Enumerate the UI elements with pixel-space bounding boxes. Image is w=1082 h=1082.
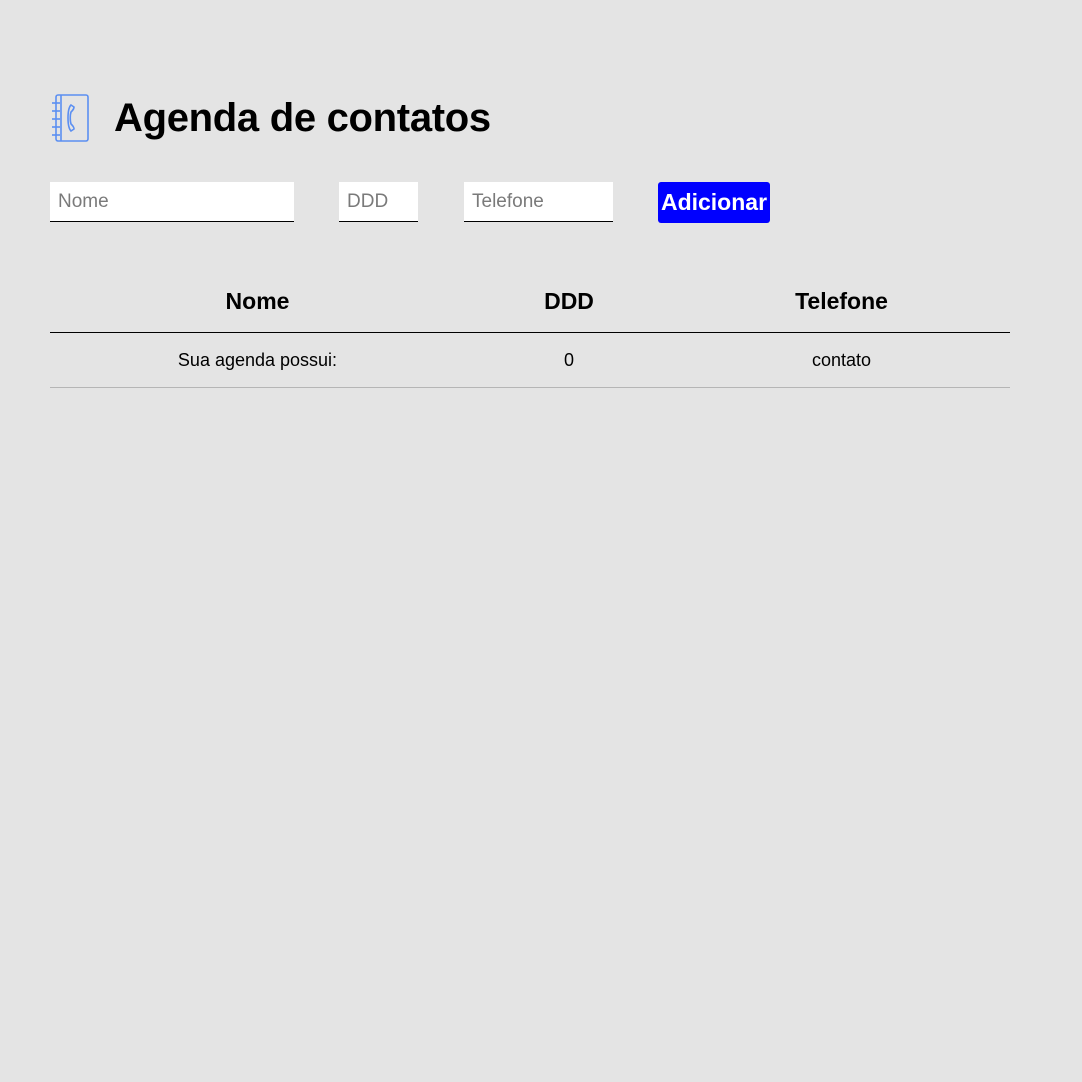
- contact-count-unit: contato: [673, 332, 1010, 388]
- table-header-row: Nome DDD Telefone: [50, 270, 1010, 333]
- add-contact-button[interactable]: Adicionar: [658, 182, 770, 223]
- nome-input[interactable]: [50, 182, 294, 222]
- page: Agenda de contatos Adicionar Nome DDD Te…: [0, 0, 1082, 1082]
- contacts-table: Nome DDD Telefone Sua agenda possui: 0 c…: [50, 270, 1010, 388]
- column-header-telefone: Telefone: [673, 270, 1010, 333]
- ddd-input[interactable]: [339, 182, 418, 222]
- contact-count-value: 0: [465, 332, 673, 388]
- phone-book-icon: [50, 92, 98, 144]
- column-header-nome: Nome: [50, 270, 465, 333]
- header: Agenda de contatos: [50, 92, 491, 144]
- contact-count-label: Sua agenda possui:: [50, 332, 465, 388]
- page-title: Agenda de contatos: [114, 96, 491, 140]
- telefone-input[interactable]: [464, 182, 613, 222]
- column-header-ddd: DDD: [465, 270, 673, 333]
- table-row: Sua agenda possui: 0 contato: [50, 332, 1010, 388]
